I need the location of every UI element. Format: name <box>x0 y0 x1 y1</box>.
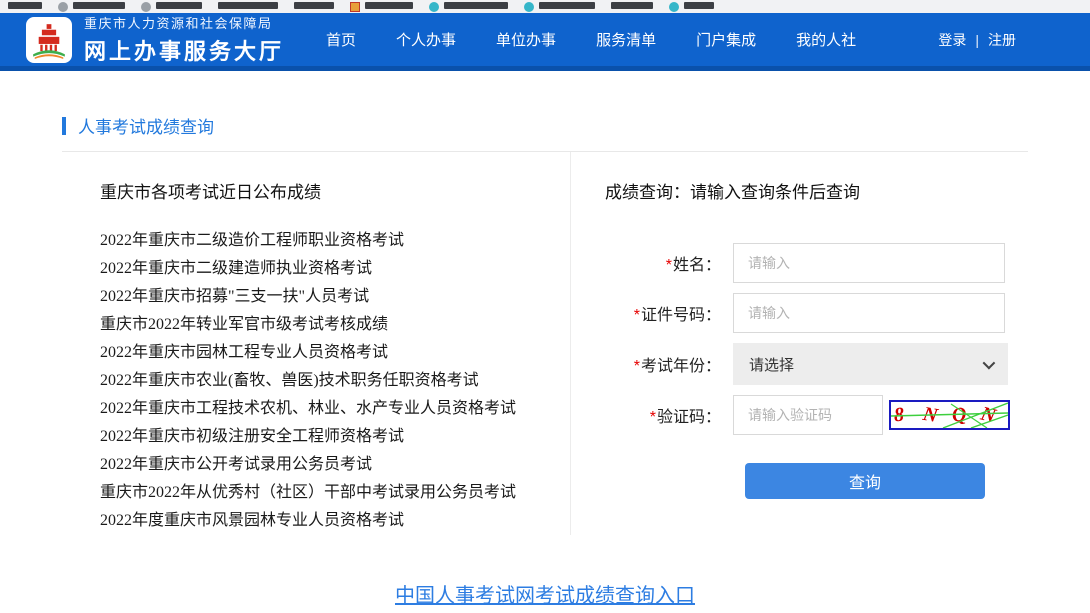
exam-year-label: *考试年份： <box>605 352 733 376</box>
exam-year-selected-value: 请选择 <box>749 354 794 375</box>
bookmark-fragment[interactable] <box>524 2 595 12</box>
exam-list-item[interactable]: 重庆市2022年转业军官市级考试考核成绩 <box>100 311 570 339</box>
query-button[interactable]: 查询 <box>745 463 985 499</box>
id-number-field-row: *证件号码： <box>605 293 1028 333</box>
nav-home[interactable]: 首页 <box>326 29 356 50</box>
captcha-input[interactable] <box>733 395 883 435</box>
bookmark-fragment[interactable] <box>218 2 278 9</box>
id-number-input[interactable] <box>733 293 1005 333</box>
page-title: 人事考试成绩查询 <box>78 113 214 138</box>
nav-personal-services[interactable]: 个人办事 <box>396 29 456 50</box>
exam-list-item[interactable]: 2022年重庆市初级注册安全工程师资格考试 <box>100 423 570 451</box>
exam-year-field-row: *考试年份： 请选择 <box>605 343 1028 385</box>
main-nav: 首页 个人办事 单位办事 服务清单 门户集成 我的人社 <box>326 29 856 50</box>
site-header: 重庆市人力资源和社会保障局 网上办事服务大厅 首页 个人办事 单位办事 服务清单… <box>0 13 1090 71</box>
bookmark-text-fragment <box>444 2 508 9</box>
query-form: *姓名： *证件号码： *考试年份： 请选择 *验证码： <box>605 243 1028 499</box>
captcha-label: *验证码： <box>605 403 733 427</box>
exam-list-item[interactable]: 2022年重庆市招募"三支一扶"人员考试 <box>100 283 570 311</box>
exam-list-item[interactable]: 2022年重庆市公开考试录用公务员考试 <box>100 451 570 479</box>
exam-list-item[interactable]: 2022年重庆市园林工程专业人员资格考试 <box>100 339 570 367</box>
browser-bookmarks-bar <box>0 0 1090 13</box>
title-accent-bar <box>62 117 66 135</box>
bookmark-text-fragment <box>539 2 595 9</box>
captcha-image[interactable]: 8 N Q N <box>889 400 1010 430</box>
bookmark-fragment[interactable] <box>58 2 125 12</box>
chongqing-hall-logo-icon <box>26 17 72 63</box>
exam-list-item[interactable]: 2022年重庆市二级造价工程师职业资格考试 <box>100 227 570 255</box>
id-number-label: *证件号码： <box>605 301 733 325</box>
chevron-down-icon <box>983 356 996 369</box>
required-marker: * <box>650 409 656 426</box>
page-content: 人事考试成绩查询 重庆市各项考试近日公布成绩 2022年重庆市二级造价工程师职业… <box>0 113 1090 613</box>
recent-results-panel: 重庆市各项考试近日公布成绩 2022年重庆市二级造价工程师职业资格考试 2022… <box>62 152 570 535</box>
site-logo[interactable]: 重庆市人力资源和社会保障局 网上办事服务大厅 <box>26 13 284 66</box>
bookmark-fragment[interactable] <box>8 2 42 9</box>
bookmark-fragment[interactable] <box>141 2 202 12</box>
exam-list-item[interactable]: 重庆市2022年从优秀村（社区）干部中考试录用公务员考试 <box>100 479 570 507</box>
name-input[interactable] <box>733 243 1005 283</box>
nav-unit-services[interactable]: 单位办事 <box>496 29 556 50</box>
globe-icon <box>58 2 68 12</box>
exam-list-item[interactable]: 2022年重庆市工程技术农机、林业、水产专业人员资格考试 <box>100 395 570 423</box>
bookmark-text-fragment <box>294 2 334 9</box>
recent-results-heading: 重庆市各项考试近日公布成绩 <box>100 178 570 203</box>
bookmark-text-fragment <box>365 2 413 9</box>
exam-list-item[interactable]: 2022年度重庆市风景园林专业人员资格考试 <box>100 507 570 535</box>
captcha-field-row: *验证码： 8 N Q N <box>605 395 1028 435</box>
org-name: 重庆市人力资源和社会保障局 <box>84 13 284 32</box>
bookmark-text-fragment <box>156 2 202 9</box>
required-marker: * <box>634 307 640 324</box>
nav-my-social-security[interactable]: 我的人社 <box>796 29 856 50</box>
name-field-row: *姓名： <box>605 243 1028 283</box>
globe-icon <box>141 2 151 12</box>
exam-list-item[interactable]: 2022年重庆市二级建造师执业资格考试 <box>100 255 570 283</box>
favicon-icon <box>350 2 360 12</box>
site-favicon-icon <box>429 2 439 12</box>
bookmark-text-fragment <box>684 2 714 9</box>
score-query-panel: 成绩查询：请输入查询条件后查询 *姓名： *证件号码： *考试年份： 请选择 <box>570 152 1028 535</box>
site-favicon-icon <box>524 2 534 12</box>
site-favicon-icon <box>669 2 679 12</box>
auth-links: 登录 | 注册 <box>938 30 1016 50</box>
exam-year-select[interactable]: 请选择 <box>733 343 1008 385</box>
register-link[interactable]: 注册 <box>988 30 1016 50</box>
required-marker: * <box>634 358 640 375</box>
bookmark-fragment[interactable] <box>294 2 334 9</box>
name-label: *姓名： <box>605 251 733 275</box>
query-form-heading: 成绩查询：请输入查询条件后查询 <box>605 178 1028 203</box>
bookmark-fragment[interactable] <box>350 2 413 12</box>
captcha-noise-lines <box>891 402 1008 428</box>
bookmark-text-fragment <box>8 2 42 9</box>
bookmark-text-fragment <box>611 2 653 9</box>
page-title-row: 人事考试成绩查询 <box>62 113 1028 138</box>
required-marker: * <box>666 257 672 274</box>
auth-separator: | <box>975 32 979 48</box>
nav-portal-integration[interactable]: 门户集成 <box>696 29 756 50</box>
bookmark-fragment[interactable] <box>429 2 508 12</box>
bookmark-text-fragment <box>218 2 278 9</box>
footer: 中国人事考试网考试成绩查询入口 回到顶部 <box>62 579 1028 613</box>
exam-list: 2022年重庆市二级造价工程师职业资格考试 2022年重庆市二级建造师执业资格考… <box>100 227 570 535</box>
nav-service-list[interactable]: 服务清单 <box>596 29 656 50</box>
exam-list-item[interactable]: 2022年重庆市农业(畜牧、兽医)技术职务任职资格考试 <box>100 367 570 395</box>
bookmark-text-fragment <box>73 2 125 9</box>
bookmark-fragment[interactable] <box>611 2 653 9</box>
china-personnel-exam-link[interactable]: 中国人事考试网考试成绩查询入口 <box>395 579 695 608</box>
login-link[interactable]: 登录 <box>938 30 966 50</box>
bookmark-fragment[interactable] <box>669 2 714 12</box>
site-name: 网上办事服务大厅 <box>84 34 284 66</box>
